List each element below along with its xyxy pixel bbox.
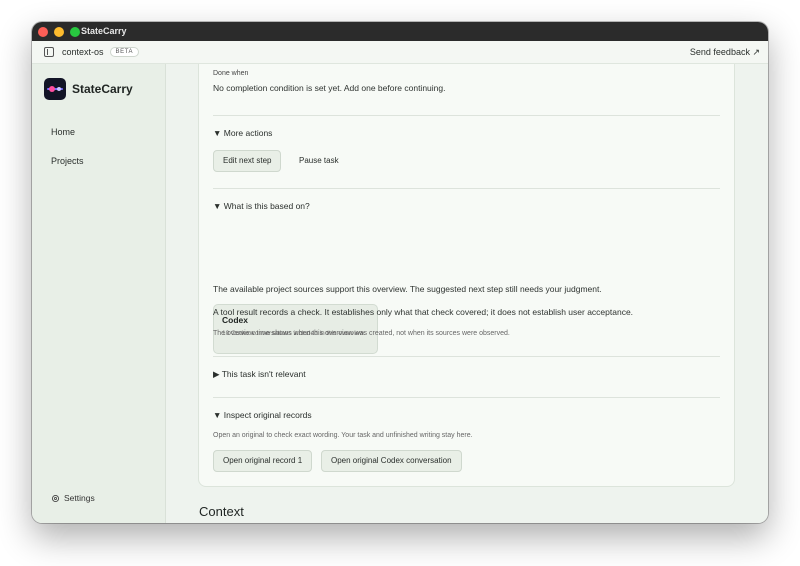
minimize-window-button[interactable] [54, 26, 64, 37]
sidebar-item-settings[interactable]: Settings [51, 493, 95, 503]
edit-next-step-button[interactable]: Edit next step [213, 150, 282, 172]
beta-badge: BETA [109, 47, 140, 57]
workspace-name[interactable]: context-os [62, 47, 104, 57]
based-on-paragraph-2: A tool result records a check. It establ… [213, 307, 634, 317]
done-when-label: Done when [213, 70, 249, 77]
sidebar-toggle-icon[interactable] [44, 47, 54, 57]
close-window-button[interactable] [38, 26, 48, 37]
inspect-records-hint: Open an original to check exact wording.… [213, 432, 473, 439]
sidebar-item-projects[interactable]: Projects [32, 147, 165, 176]
sidebar: StateCarry Home Projects Settings [32, 64, 166, 523]
task-card: Done when No completion condition is set… [198, 64, 735, 487]
sidebar-nav: Home Projects [32, 118, 165, 176]
overview-time-note: The overview time shows when this overvi… [213, 330, 510, 337]
app-window: StateCarry context-os BETA Send feedback… [32, 22, 768, 523]
based-on-paragraph-1: The available project sources support th… [213, 284, 602, 294]
more-actions-toggle[interactable]: ▼ More actions [213, 128, 720, 138]
gear-icon [51, 494, 60, 502]
statecarry-logo-icon [44, 78, 66, 100]
window-title: StateCarry [81, 26, 127, 36]
divider [213, 115, 720, 116]
brand[interactable]: StateCarry [32, 64, 165, 100]
done-when-text: No completion condition is set yet. Add … [213, 83, 446, 93]
inspect-records-toggle[interactable]: ▼ Inspect original records [213, 410, 720, 420]
settings-label: Settings [64, 493, 95, 503]
divider [213, 188, 720, 189]
open-codex-conversation-button[interactable]: Open original Codex conversation [321, 450, 462, 472]
window-controls [38, 26, 80, 37]
based-on-toggle[interactable]: ▼ What is this based on? [213, 201, 720, 211]
divider [213, 356, 720, 357]
sidebar-item-home[interactable]: Home [32, 118, 165, 147]
maximize-window-button[interactable] [70, 26, 80, 37]
pause-task-button[interactable]: Pause task [299, 156, 339, 165]
brand-name: StateCarry [72, 82, 133, 96]
title-bar: StateCarry [32, 22, 768, 41]
not-relevant-toggle[interactable]: ▶ This task isn't relevant [213, 369, 720, 380]
main-content: Done when No completion condition is set… [166, 64, 768, 523]
send-feedback-link[interactable]: Send feedback ↗ [690, 47, 760, 58]
app-header: context-os BETA Send feedback ↗ [32, 41, 768, 64]
context-heading: Context [199, 504, 244, 519]
open-original-record-button[interactable]: Open original record 1 [213, 450, 313, 472]
divider [213, 397, 720, 398]
